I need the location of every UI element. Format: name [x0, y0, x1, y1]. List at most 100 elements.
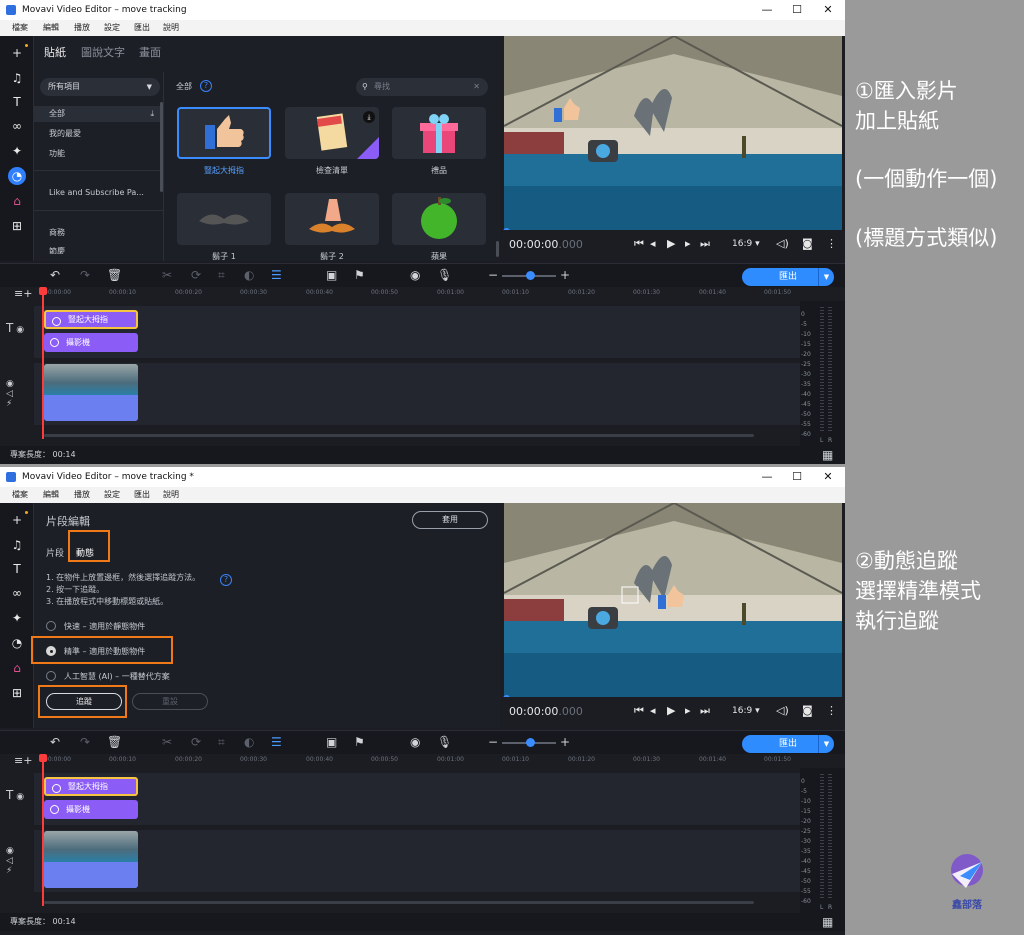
cut-icon[interactable]: ✂ — [162, 735, 172, 749]
cut-icon[interactable]: ✂ — [162, 268, 172, 282]
add-media-icon[interactable]: + — [8, 511, 26, 529]
timeline-scrollbar[interactable] — [44, 901, 754, 904]
zoom-out-icon[interactable]: − — [488, 735, 498, 749]
skip-back-icon[interactable]: ⏮ — [634, 704, 644, 718]
aspect-ratio-select[interactable]: 16:9 ▾ — [732, 239, 760, 249]
sticker-clip-camera[interactable]: 攝影機 — [44, 333, 138, 352]
menu-settings[interactable]: 設定 — [104, 20, 120, 36]
add-track-icon[interactable]: ≡+ — [14, 754, 32, 767]
sticker-icon[interactable]: ◔ — [8, 167, 26, 185]
menu-settings[interactable]: 設定 — [104, 487, 120, 503]
filter-icon[interactable]: ✦ — [8, 609, 26, 627]
snapshot-icon[interactable]: ◙ — [802, 704, 813, 717]
store-icon[interactable]: ⌂ — [8, 659, 26, 677]
search-input[interactable]: ⚲ 尋找 ✕ — [356, 78, 488, 96]
visibility-icon[interactable]: ◉ — [16, 792, 24, 802]
sticker-thumbs-up[interactable] — [177, 107, 271, 159]
video-preview[interactable] — [504, 503, 842, 697]
category-item-favorites[interactable]: 我的最愛 — [34, 126, 160, 142]
step-back-icon[interactable]: ◂ — [650, 237, 656, 250]
playhead-handle[interactable] — [39, 287, 47, 295]
menu-file[interactable]: 檔案 — [12, 20, 28, 36]
menu-play[interactable]: 播放 — [74, 487, 90, 503]
download-icon[interactable]: ⤓ — [363, 111, 375, 123]
snapshot-icon[interactable]: ◙ — [802, 237, 813, 250]
menu-export[interactable]: 匯出 — [134, 20, 150, 36]
menu-export[interactable]: 匯出 — [134, 487, 150, 503]
zoom-handle[interactable] — [526, 738, 535, 747]
crop-icon[interactable]: ⌗ — [218, 735, 225, 750]
sticker-clip-thumbs-up[interactable]: 豎起大拇指 — [44, 777, 138, 796]
menu-play[interactable]: 播放 — [74, 20, 90, 36]
undo-icon[interactable]: ↶ — [50, 735, 60, 749]
tab-callouts[interactable]: 圖說文字 — [81, 44, 125, 60]
category-item-features[interactable]: 功能 — [34, 146, 160, 162]
marker-icon[interactable]: ⚑ — [354, 735, 365, 749]
step-forward-icon[interactable]: ▸ — [685, 237, 691, 250]
store-icon[interactable]: ⌂ — [8, 192, 26, 210]
zoom-out-icon[interactable]: − — [488, 268, 498, 282]
menu-file[interactable]: 檔案 — [12, 487, 28, 503]
webcam-icon[interactable]: ◉ — [410, 268, 420, 282]
maximize-icon[interactable]: ☐ — [782, 467, 812, 487]
sticker-checklist[interactable]: ⤓ — [285, 107, 379, 159]
chevron-down-icon[interactable]: ▼ — [818, 735, 834, 753]
timeline-ruler[interactable]: ≡+ 00:00:00 00:00:10 00:00:20 00:00:30 0… — [0, 287, 800, 301]
add-media-icon[interactable]: + — [8, 44, 26, 62]
minimize-icon[interactable]: — — [752, 467, 782, 487]
music-icon[interactable]: ♫ — [8, 536, 26, 554]
microphone-icon[interactable]: 🎙 — [437, 268, 452, 282]
aspect-ratio-select[interactable]: 16:9 ▾ — [732, 706, 760, 716]
help-icon[interactable]: ? — [220, 574, 232, 586]
mixer-icon[interactable]: ▦ — [822, 446, 833, 464]
radio-fast[interactable] — [46, 621, 56, 631]
filter-icon[interactable]: ✦ — [8, 142, 26, 160]
sticker-gift[interactable] — [392, 107, 486, 159]
link-icon[interactable]: ⚡ — [6, 866, 12, 876]
skip-forward-icon[interactable]: ⏭ — [700, 237, 710, 251]
export-button[interactable]: 匯出 ▼ — [742, 268, 834, 286]
undo-icon[interactable]: ↶ — [50, 268, 60, 282]
reset-button[interactable]: 重設 — [132, 693, 208, 710]
sticker-mustache-2[interactable] — [285, 193, 379, 245]
clip-properties-icon[interactable]: ☰ — [271, 735, 282, 749]
color-icon[interactable]: ◐ — [244, 268, 254, 282]
link-icon[interactable]: ⚡ — [6, 399, 12, 409]
sticker-clip-camera[interactable]: 攝影機 — [44, 800, 138, 819]
download-icon[interactable]: ⤓ — [150, 106, 154, 122]
overlay-icon[interactable]: ▣ — [326, 735, 337, 749]
zoom-in-icon[interactable]: + — [560, 268, 570, 282]
volume-icon[interactable]: ◁) — [776, 704, 789, 717]
transition-icon[interactable]: ∞ — [8, 117, 26, 135]
visibility-icon[interactable]: ◉ — [16, 325, 24, 335]
visibility-icon[interactable]: ◉ — [6, 846, 14, 856]
overlay-icon[interactable]: ▣ — [326, 268, 337, 282]
marker-icon[interactable]: ⚑ — [354, 268, 365, 282]
add-track-icon[interactable]: ≡+ — [14, 287, 32, 300]
category-item-holiday[interactable]: 節慶 — [34, 244, 160, 254]
playhead[interactable] — [42, 756, 44, 906]
category-item-like-subscribe[interactable]: Like and Subscribe Pa... — [34, 185, 160, 201]
playhead[interactable] — [42, 289, 44, 439]
crop-icon[interactable]: ⌗ — [218, 268, 225, 283]
microphone-icon[interactable]: 🎙 — [437, 735, 452, 749]
video-clip[interactable] — [44, 831, 138, 888]
tab-stickers[interactable]: 貼紙 — [44, 44, 66, 60]
more-tools-icon[interactable]: ⊞ — [8, 684, 26, 702]
mute-icon[interactable]: ◁ — [6, 856, 13, 866]
play-icon[interactable]: ▶ — [667, 237, 675, 250]
visibility-icon[interactable]: ◉ — [6, 379, 14, 389]
redo-icon[interactable]: ↷ — [80, 735, 90, 749]
sticker-apple[interactable] — [392, 193, 486, 245]
mixer-icon[interactable]: ▦ — [822, 913, 833, 931]
more-icon[interactable]: ⋮ — [826, 704, 837, 717]
clip-properties-icon[interactable]: ☰ — [271, 268, 282, 282]
transition-icon[interactable]: ∞ — [8, 584, 26, 602]
menu-help[interactable]: 說明 — [163, 487, 179, 503]
menu-edit[interactable]: 編輯 — [43, 487, 59, 503]
title-icon[interactable]: T — [8, 560, 26, 578]
help-icon[interactable]: ? — [200, 80, 212, 92]
menu-help[interactable]: 說明 — [163, 20, 179, 36]
music-icon[interactable]: ♫ — [8, 69, 26, 87]
play-icon[interactable]: ▶ — [667, 704, 675, 717]
